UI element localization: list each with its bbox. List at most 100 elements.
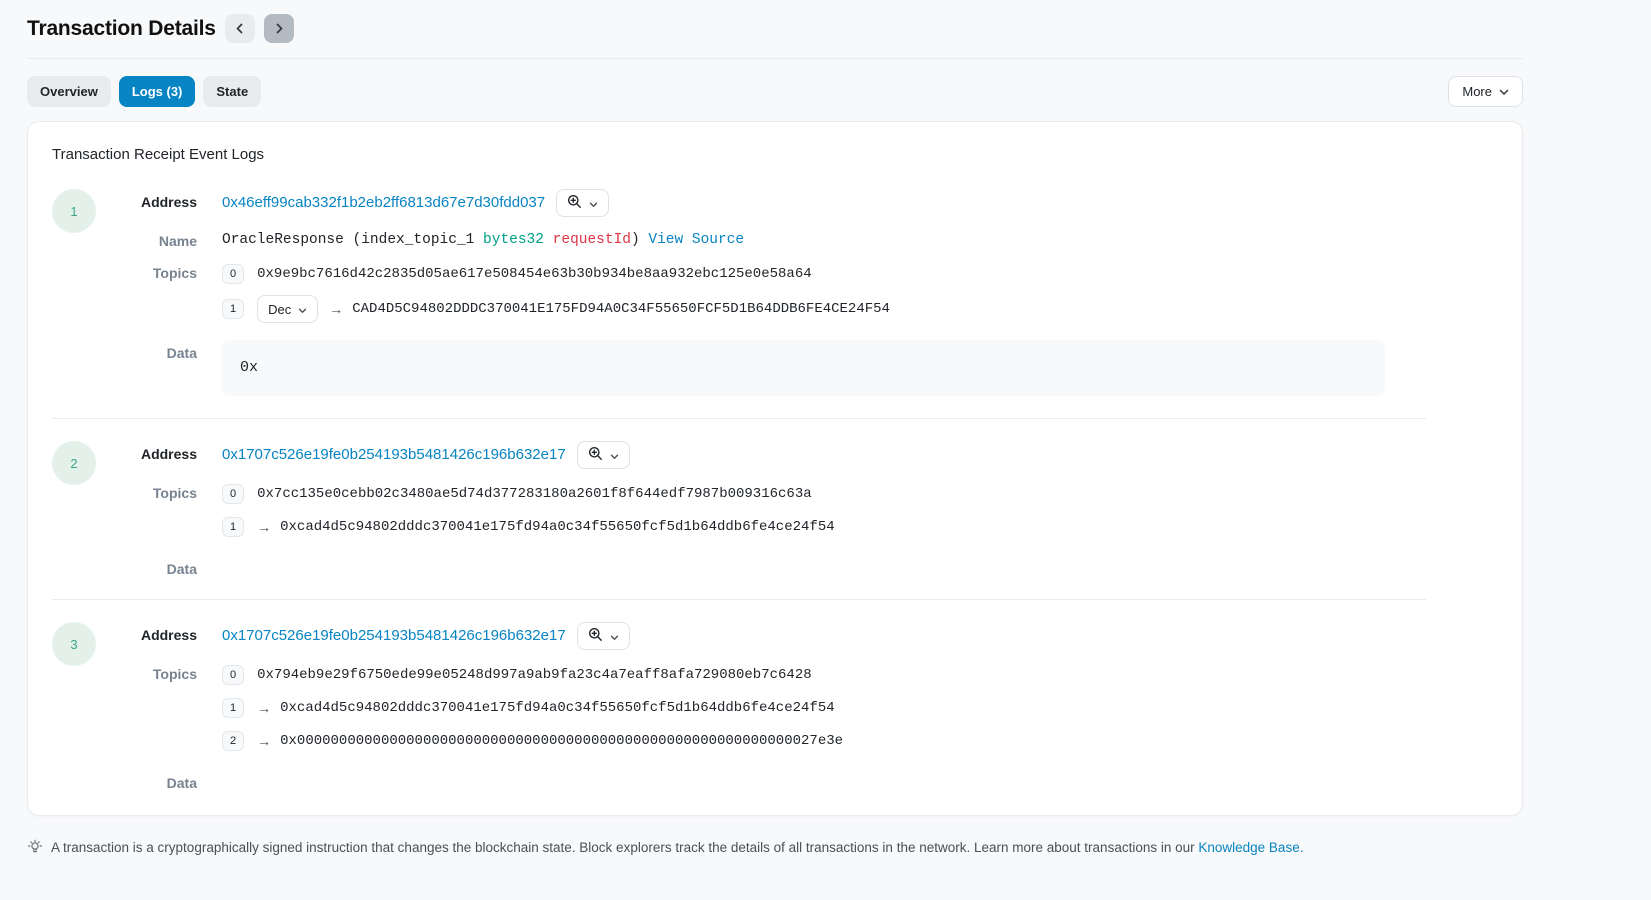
log-divider bbox=[52, 599, 1426, 600]
more-button-label: More bbox=[1462, 84, 1492, 99]
log-body: Address 0x1707c526e19fe0b254193b5481426c… bbox=[96, 441, 1498, 577]
topic-value: 0x00000000000000000000000000000000000000… bbox=[280, 733, 843, 749]
log-entry-2: 2 Address 0x1707c526e19fe0b254193b548142… bbox=[52, 441, 1498, 577]
next-transaction-button[interactable] bbox=[264, 14, 294, 43]
address-link[interactable]: 0x1707c526e19fe0b254193b5481426c196b632e… bbox=[222, 622, 566, 650]
arrow-right-icon: → bbox=[257, 519, 271, 535]
log-data-value: 0x bbox=[222, 340, 1385, 396]
footer-description: A transaction is a cryptographically sig… bbox=[51, 840, 1198, 855]
data-label: Data bbox=[96, 556, 197, 577]
address-row: Address 0x1707c526e19fe0b254193b5481426c… bbox=[96, 441, 1498, 469]
header-divider bbox=[27, 58, 1523, 59]
arrow-right-icon: → bbox=[329, 301, 343, 317]
topic-item: 0 0x7cc135e0cebb02c3480ae5d74d377283180a… bbox=[222, 482, 1498, 506]
topic-value: 0xcad4d5c94802dddc370041e175fd94a0c34f55… bbox=[280, 700, 835, 716]
log-number: 2 bbox=[70, 456, 77, 471]
footer-text: A transaction is a cryptographically sig… bbox=[51, 838, 1303, 857]
zoom-in-icon bbox=[588, 446, 603, 464]
topics-row: Topics 0 0x794eb9e29f6750ede99e05248d997… bbox=[96, 661, 1498, 753]
topics-label: Topics bbox=[96, 661, 197, 753]
topic-value: CAD4D5C94802DDDC370041E175FD94A0C34F5565… bbox=[352, 301, 890, 317]
tab-bar: Overview Logs (3) State bbox=[27, 76, 261, 107]
log-body: Address 0x1707c526e19fe0b254193b5481426c… bbox=[96, 622, 1498, 791]
data-row: Data bbox=[96, 556, 1498, 577]
arrow-right-icon: → bbox=[257, 700, 271, 716]
topic-index-badge: 0 bbox=[222, 665, 244, 685]
address-zoom-button[interactable] bbox=[577, 441, 630, 469]
tabs-row: Overview Logs (3) State More bbox=[27, 76, 1523, 107]
topic-value: 0x7cc135e0cebb02c3480ae5d74d377283180a26… bbox=[257, 486, 812, 502]
lightbulb-icon bbox=[27, 838, 43, 860]
topic-value: 0xcad4d5c94802dddc370041e175fd94a0c34f55… bbox=[280, 519, 835, 535]
knowledge-base-link[interactable]: Knowledge Base. bbox=[1198, 840, 1303, 855]
address-zoom-button[interactable] bbox=[556, 189, 609, 217]
topic-index-badge: 1 bbox=[222, 517, 244, 537]
log-number-badge: 2 bbox=[52, 441, 96, 485]
chevron-down-icon bbox=[610, 629, 619, 644]
log-number: 1 bbox=[70, 204, 77, 219]
topic-index-badge: 0 bbox=[222, 484, 244, 504]
data-row: Data 0x bbox=[96, 340, 1498, 396]
log-number-badge: 3 bbox=[52, 622, 96, 666]
event-name-suffix: ) bbox=[631, 232, 648, 248]
address-row: Address 0x1707c526e19fe0b254193b5481426c… bbox=[96, 622, 1498, 650]
topics-label: Topics bbox=[96, 260, 197, 323]
address-link[interactable]: 0x1707c526e19fe0b254193b5481426c196b632e… bbox=[222, 441, 566, 469]
topic-item: 0 0x9e9bc7616d42c2835d05ae617e508454e63b… bbox=[222, 262, 1498, 286]
topic-index-badge: 2 bbox=[222, 731, 244, 751]
topic-format-dropdown[interactable]: Dec bbox=[257, 295, 318, 323]
log-number: 3 bbox=[70, 637, 77, 652]
address-zoom-button[interactable] bbox=[577, 622, 630, 650]
view-source-link[interactable]: View Source bbox=[648, 232, 744, 248]
topic-item: 2 → 0x0000000000000000000000000000000000… bbox=[222, 729, 1498, 753]
more-button[interactable]: More bbox=[1448, 76, 1523, 107]
chevron-left-icon bbox=[235, 23, 245, 34]
log-data-value bbox=[222, 556, 1498, 577]
topics-label: Topics bbox=[96, 480, 197, 539]
topic-index-badge: 0 bbox=[222, 264, 244, 284]
log-entry-1: 1 Address 0x46eff99cab332f1b2eb2ff6813d6… bbox=[52, 189, 1498, 396]
chevron-down-icon bbox=[589, 196, 598, 211]
previous-transaction-button[interactable] bbox=[225, 14, 255, 43]
topic-item: 1 → 0xcad4d5c94802dddc370041e175fd94a0c3… bbox=[222, 515, 1498, 539]
data-label: Data bbox=[96, 340, 197, 396]
topic-item: 1 Dec → CAD4D5C94802DDDC370041E175FD94A0… bbox=[222, 295, 1498, 323]
chevron-down-icon bbox=[610, 448, 619, 463]
log-data-value bbox=[222, 770, 1498, 791]
chevron-right-icon bbox=[274, 23, 284, 34]
topic-value: 0x9e9bc7616d42c2835d05ae617e508454e63b30… bbox=[257, 266, 812, 282]
zoom-in-icon bbox=[588, 627, 603, 645]
topic-value: 0x794eb9e29f6750ede99e05248d997a9ab9fa23… bbox=[257, 667, 812, 683]
topic-item: 0 0x794eb9e29f6750ede99e05248d997a9ab9fa… bbox=[222, 663, 1498, 687]
event-arg-type: bytes32 bbox=[483, 232, 544, 248]
address-row: Address 0x46eff99cab332f1b2eb2ff6813d67e… bbox=[96, 189, 1498, 217]
data-label: Data bbox=[96, 770, 197, 791]
topic-item: 1 → 0xcad4d5c94802dddc370041e175fd94a0c3… bbox=[222, 696, 1498, 720]
address-label: Address bbox=[96, 189, 197, 217]
topics-row: Topics 0 0x9e9bc7616d42c2835d05ae617e508… bbox=[96, 260, 1498, 323]
topics-row: Topics 0 0x7cc135e0cebb02c3480ae5d74d377… bbox=[96, 480, 1498, 539]
log-body: Address 0x46eff99cab332f1b2eb2ff6813d67e… bbox=[96, 189, 1498, 396]
topic-index-badge: 1 bbox=[222, 299, 244, 319]
page-footer: A transaction is a cryptographically sig… bbox=[27, 838, 1523, 860]
page: Transaction Details Overview Logs (3) St… bbox=[0, 0, 1651, 900]
tab-state[interactable]: State bbox=[203, 76, 261, 107]
log-number-badge: 1 bbox=[52, 189, 96, 233]
chevron-down-icon bbox=[298, 302, 307, 317]
chevron-down-icon bbox=[1499, 84, 1509, 99]
name-label: Name bbox=[96, 228, 197, 249]
zoom-in-icon bbox=[567, 194, 582, 212]
arrow-right-icon: → bbox=[257, 733, 271, 749]
address-link[interactable]: 0x46eff99cab332f1b2eb2ff6813d67e7d30fdd0… bbox=[222, 189, 545, 217]
event-logs-card: Transaction Receipt Event Logs 1 Address… bbox=[27, 121, 1523, 816]
tab-logs[interactable]: Logs (3) bbox=[119, 76, 196, 107]
event-arg-name: requestId bbox=[544, 232, 631, 248]
address-label: Address bbox=[96, 441, 197, 469]
event-name: OracleResponse (index_topic_1 bbox=[222, 232, 483, 248]
topic-format-selected: Dec bbox=[268, 302, 291, 317]
tab-overview[interactable]: Overview bbox=[27, 76, 111, 107]
topic-index-badge: 1 bbox=[222, 698, 244, 718]
address-label: Address bbox=[96, 622, 197, 650]
name-row: Name OracleResponse (index_topic_1 bytes… bbox=[96, 228, 1498, 249]
event-signature: OracleResponse (index_topic_1 bytes32 re… bbox=[222, 228, 1498, 249]
